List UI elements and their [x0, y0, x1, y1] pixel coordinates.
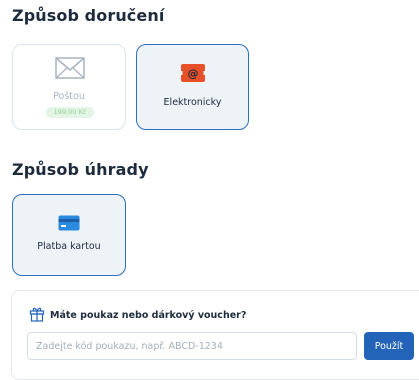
- voucher-title: Máte poukaz nebo dárkový voucher?: [50, 310, 247, 321]
- gift-icon: [29, 306, 45, 326]
- email-at-icon: @: [180, 63, 206, 86]
- voucher-code-input[interactable]: [27, 332, 357, 360]
- payment-option-card[interactable]: Platba kartou: [12, 194, 126, 276]
- delivery-option-label: Elektronicky: [163, 97, 222, 108]
- envelope-icon: [55, 57, 85, 82]
- apply-voucher-button[interactable]: Použít: [364, 332, 414, 360]
- payment-option-label: Platba kartou: [37, 241, 101, 252]
- svg-text:@: @: [188, 67, 199, 80]
- delivery-option-label: Poštou: [53, 91, 85, 102]
- delivery-section-title: Způsob doručení: [12, 6, 165, 25]
- delivery-option-electronic[interactable]: @ Elektronicky: [136, 44, 249, 130]
- delivery-option-post[interactable]: Poštou 199,00 Kč: [12, 44, 126, 130]
- price-badge: 199,00 Kč: [46, 107, 94, 118]
- credit-card-icon: [58, 215, 80, 234]
- payment-section-title: Způsob úhrady: [12, 160, 149, 179]
